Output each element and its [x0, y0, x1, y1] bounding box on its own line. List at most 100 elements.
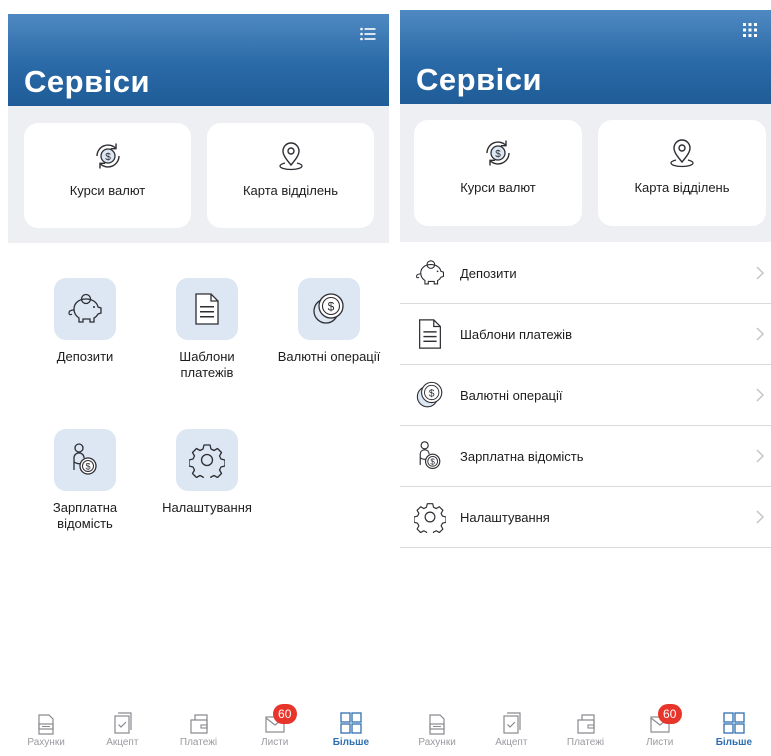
list-item-label: Шаблони платежів [460, 326, 572, 342]
document-icon [419, 319, 441, 349]
svg-text:$: $ [105, 152, 111, 163]
svg-text:$: $ [328, 300, 335, 314]
tab-label: Акцепт [106, 737, 139, 748]
tab-label: Листи [646, 737, 674, 748]
coin-icon: $ [313, 293, 344, 324]
svg-text:$: $ [85, 462, 90, 472]
tab-payments[interactable]: Платежі [160, 710, 236, 756]
list-item-label: Валютні операції [460, 387, 563, 403]
currency-rates-card[interactable]: $ Курси валют [24, 123, 191, 228]
grid-label: Валютні операції [277, 349, 381, 364]
header: Сервіси [400, 10, 771, 104]
tab-more[interactable]: Більше [313, 710, 389, 756]
unread-badge: 60 [272, 704, 297, 724]
more-grid-icon [340, 712, 362, 734]
tab-letters[interactable]: 60 Листи [623, 704, 697, 756]
list-item-deposits[interactable]: Депозити [400, 243, 771, 304]
grid-item-payment-templates[interactable]: Шаблони платежів [152, 278, 262, 381]
grid-tile [176, 429, 238, 491]
branch-map-card[interactable]: Карта відділень [598, 120, 766, 226]
tab-payments[interactable]: Платежі [548, 710, 622, 756]
grid-item-deposits[interactable]: Депозити [30, 278, 140, 365]
branch-map-card[interactable]: Карта відділень [207, 123, 374, 228]
list-item-settings[interactable]: Налаштування [400, 487, 771, 548]
map-pin-icon [670, 139, 694, 168]
tab-label: Більше [332, 737, 370, 748]
tab-label: Акцепт [495, 737, 528, 748]
unread-badge: 60 [657, 704, 682, 724]
gear-icon [414, 503, 446, 533]
payments-icon [189, 714, 208, 734]
branch-map-label: Карта відділень [242, 183, 339, 198]
list-item-label: Депозити [460, 265, 517, 281]
currency-exchange-icon: $ [486, 140, 510, 166]
tab-more[interactable]: Більше [697, 710, 771, 756]
currency-rates-card[interactable]: $ Курси валют [414, 120, 582, 226]
list-icon [360, 27, 376, 41]
salary-person-icon: $ [73, 443, 97, 475]
grid-label: Депозити [56, 349, 114, 364]
tab-label: Платежі [566, 737, 605, 748]
grid-label: Шаблони платежів [179, 349, 235, 380]
grid-tile: $ [54, 429, 116, 491]
tab-label: Рахунки [418, 737, 456, 748]
tab-bar: Рахунки Акцепт Платежі 60 Листи Більше [400, 704, 771, 756]
tab-accounts[interactable]: Рахунки [8, 710, 84, 756]
chevron-right-icon [756, 388, 765, 402]
page-title: Сервіси [24, 64, 151, 99]
tab-accept[interactable]: Акцепт [84, 710, 160, 756]
services-screen-grid: Сервіси $ Курси валют Карта відділень Де… [8, 0, 389, 756]
salary-person-icon: $ [419, 441, 441, 470]
branch-map-label: Карта відділень [634, 180, 730, 195]
more-grid-icon [723, 712, 745, 734]
header: Сервіси [8, 14, 389, 106]
accept-icon [503, 712, 521, 734]
tab-accept[interactable]: Акцепт [474, 710, 548, 756]
tab-accounts[interactable]: Рахунки [400, 710, 474, 756]
tab-label: Більше [715, 737, 753, 748]
grid-label: Зарплатна відомість [52, 500, 118, 531]
services-list: Депозити Шаблони платежів $ Валютні опер… [400, 243, 771, 548]
chevron-right-icon [756, 266, 765, 280]
tab-label: Платежі [179, 737, 218, 748]
map-pin-icon [278, 142, 303, 171]
quick-actions: $ Курси валют Карта відділень [400, 104, 771, 242]
document-icon [195, 293, 219, 325]
piggy-bank-icon [68, 293, 102, 323]
list-item-label: Налаштування [460, 509, 550, 525]
grid-item-payroll[interactable]: $ Зарплатна відомість [30, 429, 140, 532]
list-item-currency-operations[interactable]: $ Валютні операції [400, 365, 771, 426]
list-item-payroll[interactable]: $ Зарплатна відомість [400, 426, 771, 487]
tab-label: Листи [261, 737, 289, 748]
grid-tile [54, 278, 116, 340]
grid-tile: $ [298, 278, 360, 340]
services-screen-list: Сервіси $ Курси валют Карта відділень Де… [400, 0, 771, 756]
list-item-label: Зарплатна відомість [460, 448, 584, 464]
quick-actions: $ Курси валют Карта відділень [8, 106, 389, 243]
list-view-button[interactable] [359, 26, 377, 42]
tab-label: Рахунки [27, 737, 65, 748]
payments-icon [576, 714, 595, 734]
accounts-icon [429, 714, 445, 735]
grid-label: Налаштування [162, 500, 252, 515]
grid-view-button[interactable] [741, 22, 759, 38]
currency-rates-label: Курси валют [69, 183, 146, 198]
tab-bar: Рахунки Акцепт Платежі 60 Листи Більше [8, 704, 389, 756]
accounts-icon [38, 714, 54, 735]
page-title: Сервіси [416, 62, 543, 97]
piggy-bank-icon [416, 260, 445, 285]
list-item-payment-templates[interactable]: Шаблони платежів [400, 304, 771, 365]
svg-text:$: $ [429, 388, 435, 399]
svg-text:$: $ [495, 149, 501, 160]
coin-icon: $ [416, 381, 443, 408]
grid-tile [176, 278, 238, 340]
tab-letters[interactable]: 60 Листи [237, 704, 313, 756]
currency-rates-label: Курси валют [460, 180, 536, 195]
grid-item-settings[interactable]: Налаштування [152, 429, 262, 516]
chevron-right-icon [756, 449, 765, 463]
currency-exchange-icon: $ [95, 143, 120, 169]
accept-icon [114, 712, 132, 734]
grid-item-currency-operations[interactable]: $ Валютні операції [274, 278, 384, 365]
chevron-right-icon [756, 510, 765, 524]
gear-icon [189, 444, 225, 478]
